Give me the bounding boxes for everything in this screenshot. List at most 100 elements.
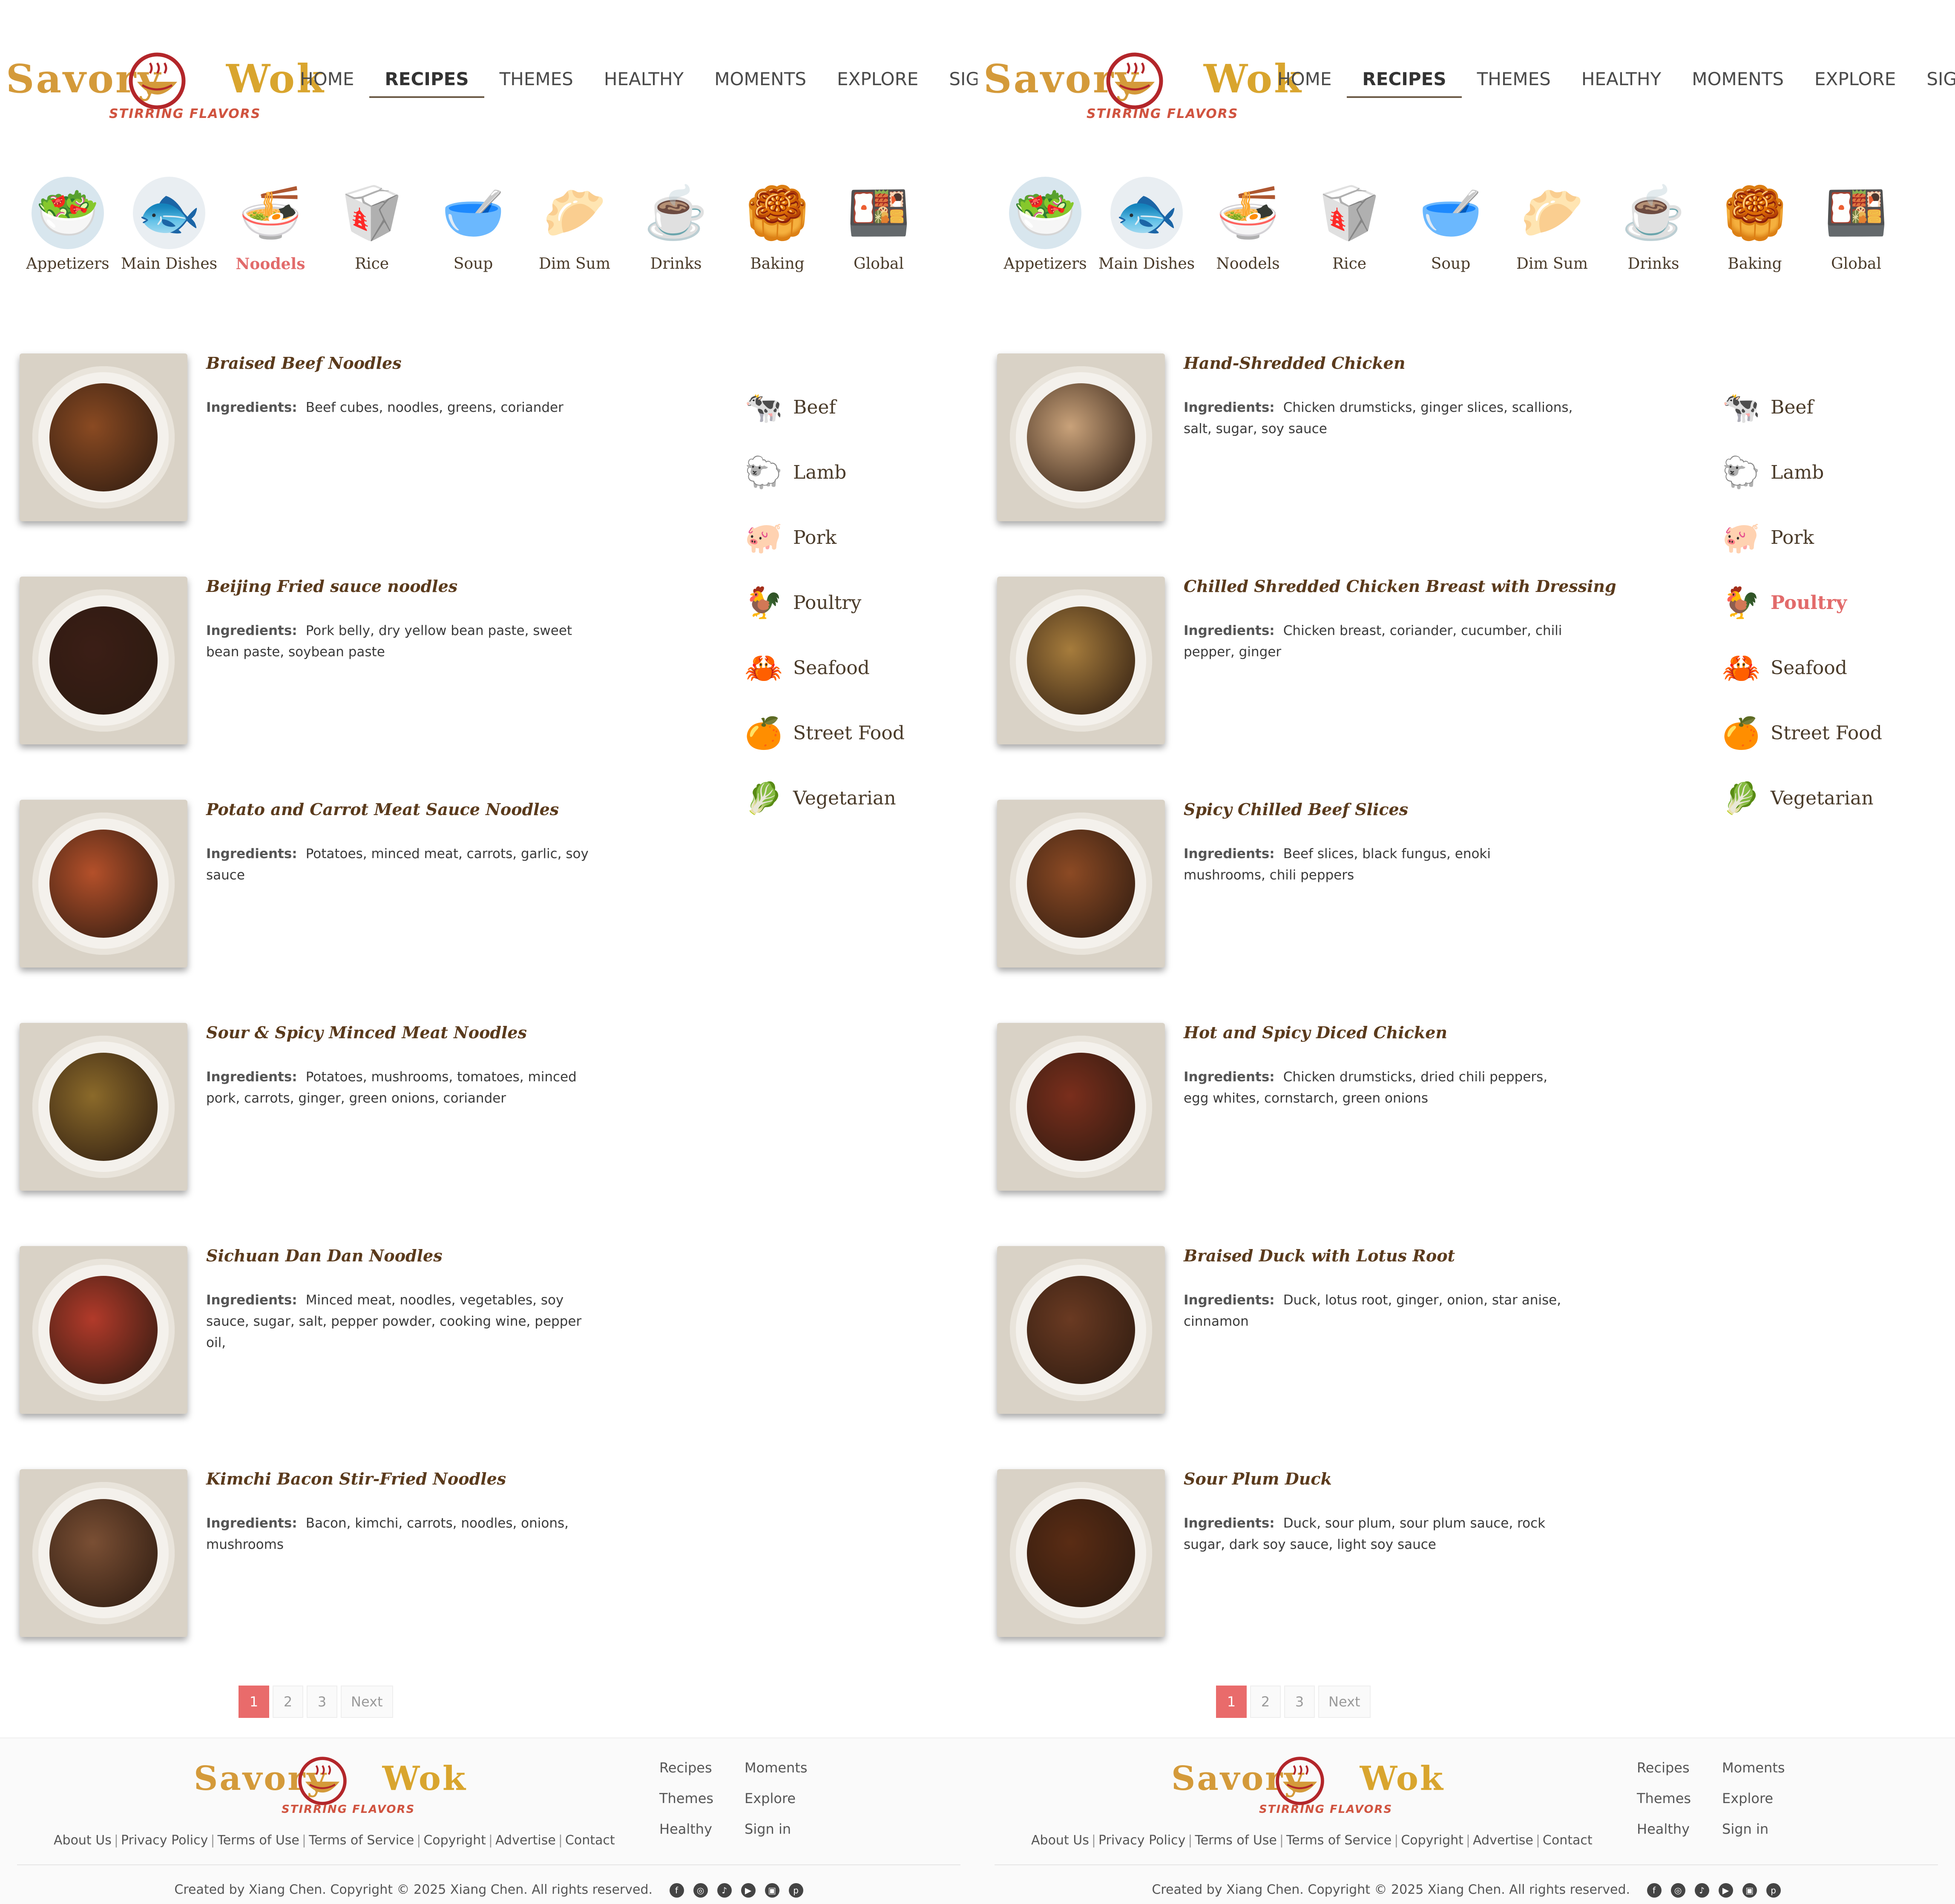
footer-menu-healthy[interactable]: Healthy xyxy=(1637,1821,1722,1837)
recipe-card[interactable]: Chilled Shredded Chicken Breast with Dre… xyxy=(997,577,1616,800)
page-2-button[interactable]: 2 xyxy=(1250,1686,1281,1718)
recipe-card[interactable]: Sichuan Dan Dan Noodles Ingredients: Mince… xyxy=(20,1246,616,1469)
recipe-title[interactable]: Hot and Spicy Diced Chicken xyxy=(1184,1023,1447,1042)
category-appetizers[interactable]: 🥗 Appetizers xyxy=(995,177,1096,273)
footer-link-terms-of-use[interactable]: Terms of Use xyxy=(1195,1833,1277,1848)
footer-link-about-us[interactable]: About Us xyxy=(54,1833,112,1848)
page-3-button[interactable]: 3 xyxy=(1284,1686,1315,1718)
nav-healthy[interactable]: HEALTHY xyxy=(1566,66,1676,98)
recipe-card[interactable]: Sour Plum Duck Ingredients: Duck, sour plu… xyxy=(997,1469,1593,1692)
page-3-button[interactable]: 3 xyxy=(307,1686,337,1718)
site-logo[interactable]: Savory Wok STIRRING FLAVORS xyxy=(6,51,324,132)
footer-menu-sign-in[interactable]: Sign in xyxy=(1722,1821,1807,1837)
nav-themes[interactable]: THEMES xyxy=(1462,66,1566,98)
category-soup[interactable]: 🥣 Soup xyxy=(423,177,524,273)
recipe-title[interactable]: Beijing Fried sauce noodles xyxy=(206,577,457,596)
nav-recipes[interactable]: RECIPES xyxy=(369,66,484,98)
sidebar-item-street-food[interactable]: 🍊 Street Food xyxy=(1718,701,1882,766)
footer-link-contact[interactable]: Contact xyxy=(1543,1833,1593,1848)
sidebar-item-seafood[interactable]: 🦀 Seafood xyxy=(740,635,905,701)
instagram-icon[interactable]: ◎ xyxy=(693,1883,708,1898)
sidebar-item-pork[interactable]: 🐖 Pork xyxy=(1718,505,1882,570)
category-global[interactable]: 🍱 Global xyxy=(828,177,929,273)
footer-menu-explore[interactable]: Explore xyxy=(1722,1790,1807,1806)
category-dim-sum[interactable]: 🥟 Dim Sum xyxy=(524,177,625,273)
sidebar-item-lamb[interactable]: 🐑 Lamb xyxy=(1718,440,1882,505)
category-appetizers[interactable]: 🥗 Appetizers xyxy=(17,177,118,273)
category-noodels[interactable]: 🍜 Noodels xyxy=(1197,177,1299,273)
facebook-icon[interactable]: f xyxy=(669,1883,684,1898)
category-rice[interactable]: 🥡 Rice xyxy=(1299,177,1400,273)
nav-themes[interactable]: THEMES xyxy=(484,66,589,98)
category-rice[interactable]: 🥡 Rice xyxy=(321,177,423,273)
recipe-photo[interactable] xyxy=(997,1469,1165,1637)
page-1-button[interactable]: 1 xyxy=(239,1686,269,1718)
recipe-photo[interactable] xyxy=(20,353,187,521)
pinterest-icon[interactable]: p xyxy=(788,1883,803,1898)
footer-menu-moments[interactable]: Moments xyxy=(1722,1760,1807,1776)
footer-link-advertise[interactable]: Advertise xyxy=(1473,1833,1533,1848)
recipe-card[interactable]: Hot and Spicy Diced Chicken Ingredients: C… xyxy=(997,1023,1593,1246)
nav-explore[interactable]: EXPLORE xyxy=(1799,66,1911,98)
flipboard-icon[interactable]: ▣ xyxy=(765,1883,779,1898)
site-logo[interactable]: Savory Wok STIRRING FLAVORS xyxy=(983,51,1301,132)
recipe-card[interactable]: Hand-Shredded Chicken Ingredients: Chicken… xyxy=(997,353,1593,577)
recipe-photo[interactable] xyxy=(20,1023,187,1191)
category-noodels[interactable]: 🍜 Noodels xyxy=(220,177,321,273)
sidebar-item-beef[interactable]: 🐄 Beef xyxy=(1718,375,1882,440)
nav-healthy[interactable]: HEALTHY xyxy=(589,66,699,98)
nav-moments[interactable]: MOMENTS xyxy=(1676,66,1799,98)
recipe-photo[interactable] xyxy=(997,353,1165,521)
footer-logo[interactable]: Savory Wok STIRRING FLAVORS xyxy=(1171,1755,1443,1828)
category-main-dishes[interactable]: 🐟 Main Dishes xyxy=(1096,177,1197,273)
footer-link-terms-of-service[interactable]: Terms of Service xyxy=(309,1833,414,1848)
category-baking[interactable]: 🥮 Baking xyxy=(727,177,828,273)
facebook-icon[interactable]: f xyxy=(1647,1883,1662,1898)
footer-link-terms-of-use[interactable]: Terms of Use xyxy=(218,1833,299,1848)
category-global[interactable]: 🍱 Global xyxy=(1806,177,1907,273)
next-page-button[interactable]: Next xyxy=(341,1686,393,1718)
sidebar-item-vegetarian[interactable]: 🥬 Vegetarian xyxy=(1718,766,1882,831)
footer-link-copyright[interactable]: Copyright xyxy=(1401,1833,1463,1848)
recipe-photo[interactable] xyxy=(997,1246,1165,1414)
tiktok-icon[interactable]: ♪ xyxy=(1694,1883,1709,1898)
recipe-photo[interactable] xyxy=(20,577,187,744)
recipe-title[interactable]: Sichuan Dan Dan Noodles xyxy=(206,1246,443,1265)
nav-explore[interactable]: EXPLORE xyxy=(822,66,934,98)
sidebar-item-street-food[interactable]: 🍊 Street Food xyxy=(740,701,905,766)
nav-sign-in[interactable]: SIGN IN xyxy=(1911,66,1955,98)
category-drinks[interactable]: ☕ Drinks xyxy=(1603,177,1704,273)
footer-menu-themes[interactable]: Themes xyxy=(1637,1790,1722,1806)
category-soup[interactable]: 🥣 Soup xyxy=(1400,177,1501,273)
sidebar-item-lamb[interactable]: 🐑 Lamb xyxy=(740,440,905,505)
tiktok-icon[interactable]: ♪ xyxy=(717,1883,732,1898)
recipe-photo[interactable] xyxy=(20,1246,187,1414)
recipe-photo[interactable] xyxy=(20,1469,187,1637)
recipe-photo[interactable] xyxy=(997,577,1165,744)
footer-menu-explore[interactable]: Explore xyxy=(745,1790,830,1806)
sidebar-item-pork[interactable]: 🐖 Pork xyxy=(740,505,905,570)
recipe-title[interactable]: Sour Plum Duck xyxy=(1184,1469,1332,1488)
nav-home[interactable]: HOME xyxy=(285,66,369,98)
page-2-button[interactable]: 2 xyxy=(273,1686,303,1718)
recipe-title[interactable]: Sour & Spicy Minced Meat Noodles xyxy=(206,1023,527,1042)
sidebar-item-seafood[interactable]: 🦀 Seafood xyxy=(1718,635,1882,701)
recipe-photo[interactable] xyxy=(997,1023,1165,1191)
recipe-card[interactable]: Beijing Fried sauce noodles Ingredients: P… xyxy=(20,577,616,800)
footer-menu-recipes[interactable]: Recipes xyxy=(659,1760,745,1776)
nav-sign-in[interactable]: SIGN IN xyxy=(934,66,978,98)
flipboard-icon[interactable]: ▣ xyxy=(1742,1883,1757,1898)
footer-menu-themes[interactable]: Themes xyxy=(659,1790,745,1806)
recipe-title[interactable]: Braised Duck with Lotus Root xyxy=(1184,1246,1455,1265)
recipe-title[interactable]: Potato and Carrot Meat Sauce Noodles xyxy=(206,800,559,819)
youtube-icon[interactable]: ▶ xyxy=(741,1883,756,1898)
youtube-icon[interactable]: ▶ xyxy=(1718,1883,1733,1898)
footer-logo[interactable]: Savory Wok STIRRING FLAVORS xyxy=(194,1755,466,1828)
footer-link-copyright[interactable]: Copyright xyxy=(423,1833,486,1848)
recipe-photo[interactable] xyxy=(20,800,187,968)
category-main-dishes[interactable]: 🐟 Main Dishes xyxy=(118,177,220,273)
footer-link-privacy-policy[interactable]: Privacy Policy xyxy=(121,1833,208,1848)
recipe-card[interactable]: Potato and Carrot Meat Sauce Noodles Ingr… xyxy=(20,800,616,1023)
category-drinks[interactable]: ☕ Drinks xyxy=(625,177,727,273)
nav-moments[interactable]: MOMENTS xyxy=(699,66,822,98)
